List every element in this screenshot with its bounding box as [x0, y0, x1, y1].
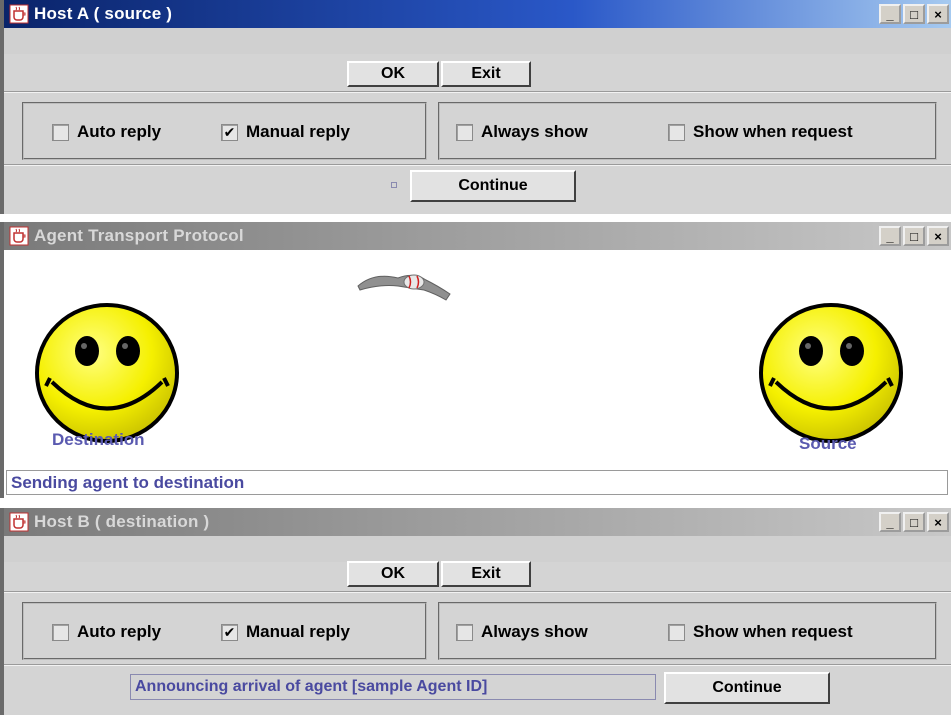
host-a-auto-reply-checkbox[interactable]: Auto reply [52, 122, 161, 142]
host-a-show-group: Always show Show when request [438, 102, 937, 160]
host-b-window-controls: _ □ × [879, 512, 949, 532]
checkbox-empty-icon [456, 623, 473, 641]
java-cup-icon [8, 511, 30, 533]
minimize-icon[interactable]: _ [879, 226, 901, 246]
source-smiley-icon [759, 303, 903, 443]
maximize-icon[interactable]: □ [903, 226, 925, 246]
transport-status-bar: Sending agent to destination [6, 470, 948, 495]
transport-canvas: Destination Source Sending agent to dest… [4, 250, 951, 498]
transport-title: Agent Transport Protocol [34, 226, 244, 245]
agent-bird-icon [357, 274, 451, 301]
close-icon[interactable]: × [927, 226, 949, 246]
host-a-continue-button[interactable]: Continue [410, 170, 576, 202]
checkbox-empty-icon [52, 123, 69, 141]
java-cup-icon [8, 3, 30, 25]
manual-reply-label: Manual reply [246, 622, 350, 641]
host-b-always-show-checkbox[interactable]: Always show [456, 622, 588, 642]
host-b-divider-2 [4, 664, 951, 666]
host-b-title: Host B ( destination ) [34, 512, 210, 531]
host-b-window: Host B ( destination ) _ □ × OK Exit Aut… [0, 508, 951, 715]
host-a-manual-reply-checkbox[interactable]: ✔ Manual reply [221, 122, 350, 142]
host-b-show-group: Always show Show when request [438, 602, 937, 660]
transport-titlebar[interactable]: Agent Transport Protocol _ □ × [4, 222, 951, 250]
minimize-icon[interactable]: _ [879, 4, 901, 24]
close-icon[interactable]: × [927, 4, 949, 24]
host-b-auto-reply-checkbox[interactable]: Auto reply [52, 622, 161, 642]
auto-reply-label: Auto reply [77, 622, 162, 641]
maximize-icon[interactable]: □ [903, 4, 925, 24]
minimize-icon[interactable]: _ [879, 512, 901, 532]
host-b-status-field: Announcing arrival of agent [sample Agen… [130, 674, 656, 700]
host-a-status-field [391, 182, 397, 188]
always-show-label: Always show [481, 122, 588, 141]
show-when-request-label: Show when request [693, 122, 853, 141]
checkbox-empty-icon [52, 623, 69, 641]
host-b-menu-strip [4, 536, 951, 562]
host-a-menu-strip [4, 28, 951, 54]
host-a-divider-2 [4, 164, 951, 166]
host-a-always-show-checkbox[interactable]: Always show [456, 122, 588, 142]
maximize-icon[interactable]: □ [903, 512, 925, 532]
host-b-continue-button[interactable]: Continue [664, 672, 830, 704]
host-a-titlebar[interactable]: Host A ( source ) _ □ × [4, 0, 951, 28]
close-icon[interactable]: × [927, 512, 949, 532]
host-a-window: Host A ( source ) _ □ × OK Exit Auto rep… [0, 0, 951, 214]
host-a-title: Host A ( source ) [34, 4, 173, 23]
checkmark-icon: ✔ [221, 123, 238, 141]
host-b-show-when-request-checkbox[interactable]: Show when request [668, 622, 853, 642]
host-a-ok-button[interactable]: OK [347, 61, 439, 87]
host-b-titlebar[interactable]: Host B ( destination ) _ □ × [4, 508, 951, 536]
checkbox-empty-icon [456, 123, 473, 141]
host-a-reply-group: Auto reply ✔ Manual reply [22, 102, 427, 160]
destination-label: Destination [52, 430, 145, 449]
host-a-exit-button[interactable]: Exit [441, 61, 531, 87]
host-b-manual-reply-checkbox[interactable]: ✔ Manual reply [221, 622, 350, 642]
host-a-show-when-request-checkbox[interactable]: Show when request [668, 122, 853, 142]
transport-window: Agent Transport Protocol _ □ × Destinati… [0, 222, 951, 498]
source-label: Source [799, 434, 857, 453]
checkmark-icon: ✔ [221, 623, 238, 641]
transport-window-controls: _ □ × [879, 226, 949, 246]
show-when-request-label: Show when request [693, 622, 853, 641]
auto-reply-label: Auto reply [77, 122, 162, 141]
host-a-divider [4, 91, 951, 93]
host-b-exit-button[interactable]: Exit [441, 561, 531, 587]
host-b-reply-group: Auto reply ✔ Manual reply [22, 602, 427, 660]
destination-smiley-icon [35, 303, 179, 443]
host-a-window-controls: _ □ × [879, 4, 949, 24]
host-b-divider [4, 591, 951, 593]
always-show-label: Always show [481, 622, 588, 641]
host-b-ok-button[interactable]: OK [347, 561, 439, 587]
checkbox-empty-icon [668, 623, 685, 641]
manual-reply-label: Manual reply [246, 122, 350, 141]
checkbox-empty-icon [668, 123, 685, 141]
java-cup-icon [8, 225, 30, 247]
